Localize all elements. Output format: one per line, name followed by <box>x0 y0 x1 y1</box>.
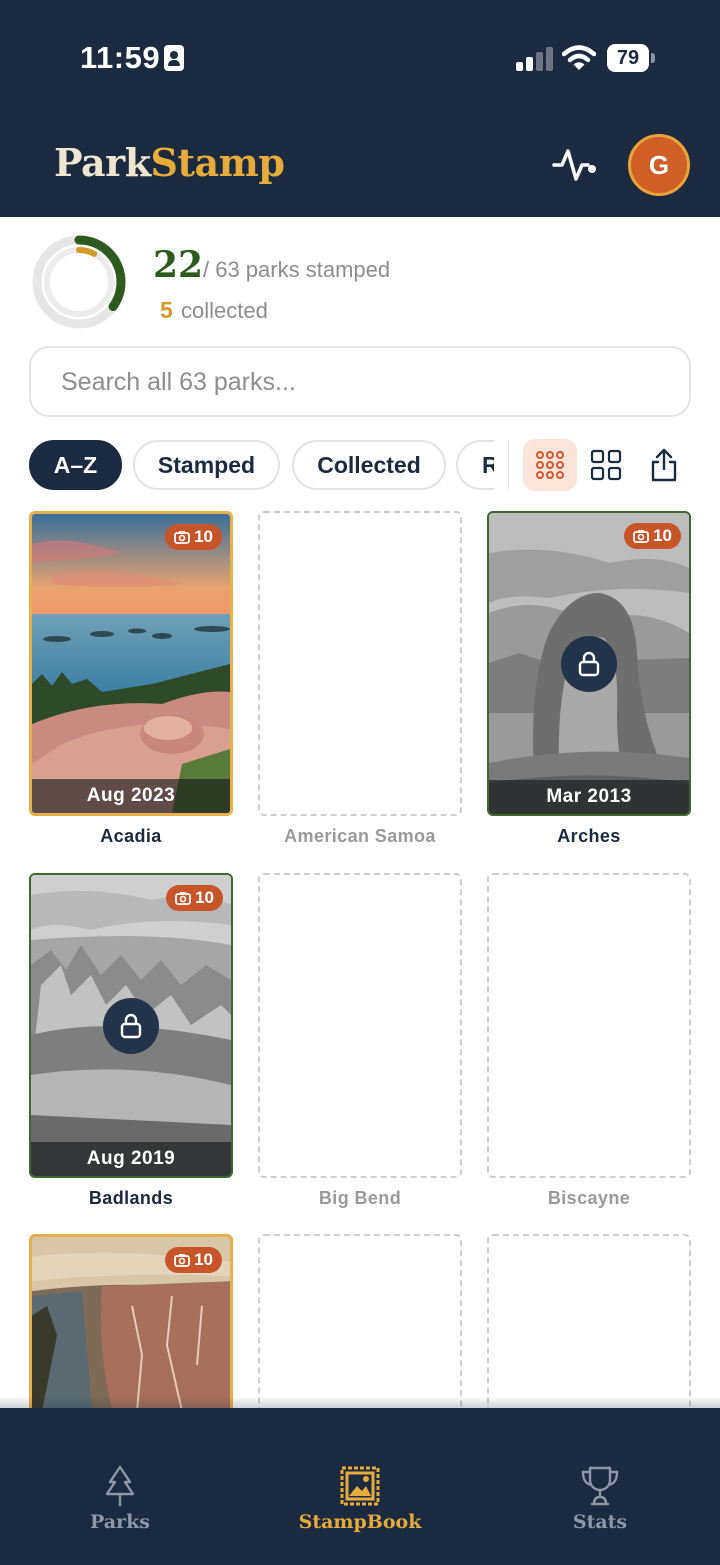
camera-icon <box>174 531 190 544</box>
park-card-black-canyon[interactable]: 10 <box>29 1234 233 1414</box>
park-name: American Samoa <box>284 826 436 846</box>
stamped-total-label: / 63 parks stamped <box>203 257 391 282</box>
lock-icon <box>103 997 159 1054</box>
dots-grid-icon <box>536 451 564 479</box>
photo-count: 10 <box>194 1250 213 1269</box>
bottom-navigation: Parks StampBook Stats <box>0 1408 720 1565</box>
ring-inner-track <box>44 247 114 317</box>
photo-count: 10 <box>194 527 213 546</box>
park-name: Acadia <box>100 826 162 846</box>
stamp-date: Mar 2013 <box>489 780 689 814</box>
park-name: Big Bend <box>318 1188 402 1208</box>
status-time: 11:59 <box>80 40 161 75</box>
user-avatar[interactable]: G <box>628 134 690 196</box>
nav-parks[interactable]: Parks <box>0 1408 240 1538</box>
filter-stamped[interactable]: Stamped <box>133 440 280 490</box>
dense-grid-view-button[interactable] <box>523 439 577 491</box>
park-card-acadia[interactable]: 10 Aug 2023 <box>29 511 233 816</box>
park-name: Arches <box>557 826 621 846</box>
share-icon[interactable] <box>649 447 679 483</box>
logo-word-park: Park <box>54 140 151 185</box>
battery-indicator: 79 <box>607 44 649 72</box>
logo-word-stamp: Stamp <box>150 140 285 185</box>
park-name: Badlands <box>88 1188 174 1208</box>
stamp-date: Aug 2023 <box>32 779 230 813</box>
park-card-big-bend[interactable] <box>258 873 462 1178</box>
acadia-artwork <box>32 514 230 813</box>
lock-icon <box>561 635 617 692</box>
photo-count-badge: 10 <box>165 1247 222 1273</box>
park-card-empty[interactable] <box>487 1234 691 1414</box>
park-card-biscayne[interactable] <box>487 873 691 1178</box>
park-card-empty[interactable] <box>258 1234 462 1414</box>
filter-truncated[interactable]: R <box>456 440 494 490</box>
search-input[interactable]: Search all 63 parks... <box>29 346 691 417</box>
photo-count-badge: 10 <box>624 523 681 549</box>
filter-divider <box>508 440 509 490</box>
camera-icon <box>633 530 649 543</box>
collected-count: 5 <box>160 297 173 323</box>
activity-icon[interactable] <box>552 145 598 185</box>
photo-count: 10 <box>653 526 672 545</box>
wifi-icon <box>562 45 596 70</box>
app-logo: ParkStamp <box>54 140 285 185</box>
app-header: 11:59 79 ParkStamp G <box>0 0 720 217</box>
park-card-american-samoa[interactable] <box>258 511 462 816</box>
search-placeholder: Search all 63 parks... <box>61 368 296 396</box>
battery-cap <box>651 53 655 63</box>
progress-ring <box>32 235 126 329</box>
filter-az[interactable]: A–Z <box>29 440 122 490</box>
nav-label: Stats <box>572 1511 628 1533</box>
filter-collected[interactable]: Collected <box>292 440 446 490</box>
park-name: Biscayne <box>547 1188 631 1208</box>
park-card-badlands[interactable]: 10 Aug 2019 <box>29 873 233 1178</box>
stamp-date: Aug 2019 <box>31 1142 231 1176</box>
tree-icon <box>105 1465 135 1507</box>
cellular-signal-icon <box>516 47 553 71</box>
nav-label: StampBook <box>298 1511 422 1533</box>
nav-stats[interactable]: Stats <box>480 1408 720 1538</box>
grid-view-icon[interactable] <box>590 449 622 481</box>
photo-count: 10 <box>195 888 214 907</box>
trophy-icon <box>581 1466 619 1506</box>
collected-label: collected <box>181 298 268 323</box>
nav-stampbook[interactable]: StampBook <box>240 1408 480 1538</box>
filter-overflow: R <box>456 436 494 494</box>
contact-card-icon <box>164 45 184 71</box>
stamped-count: 22 <box>153 244 204 286</box>
park-card-arches[interactable]: 10 Mar 2013 <box>487 511 691 816</box>
camera-icon <box>174 1254 190 1267</box>
nav-label: Parks <box>90 1511 150 1533</box>
camera-icon <box>175 892 191 905</box>
photo-count-badge: 10 <box>166 885 223 911</box>
photo-count-badge: 10 <box>165 524 222 550</box>
stamp-icon <box>340 1466 380 1506</box>
